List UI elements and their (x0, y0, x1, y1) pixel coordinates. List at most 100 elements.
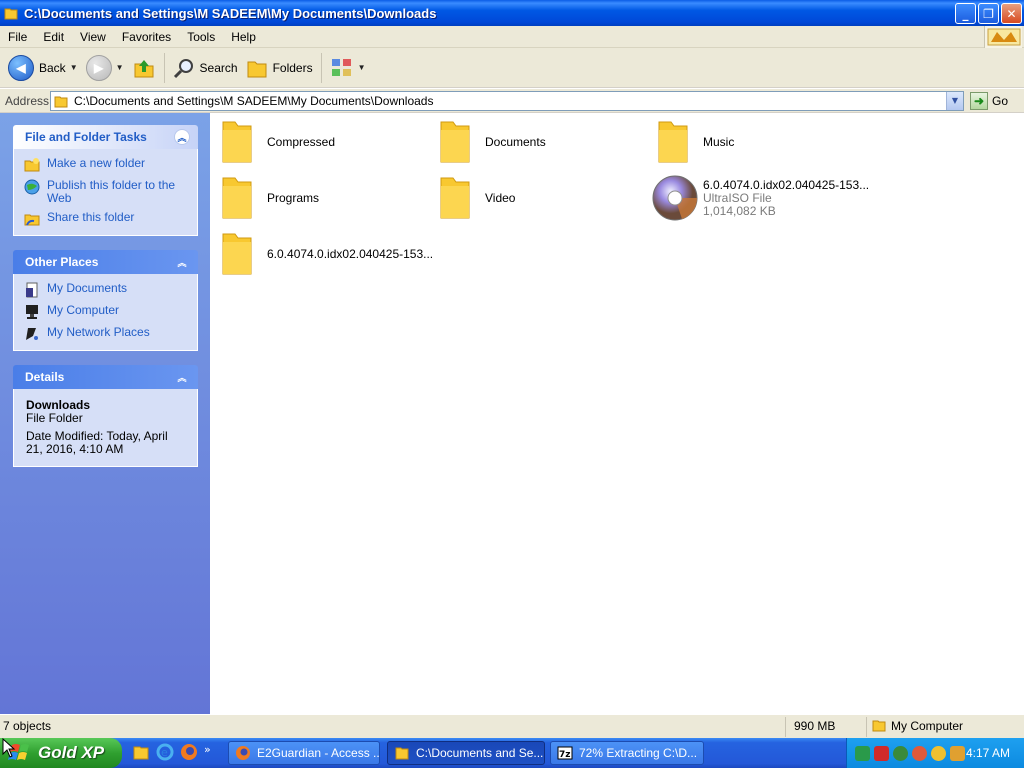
my-network-places-link[interactable]: My Network Places (24, 326, 187, 342)
globe-icon (24, 179, 40, 195)
collapse-icon[interactable]: ︽ (174, 369, 190, 385)
make-new-folder-link[interactable]: Make a new folder (24, 157, 187, 173)
search-icon (173, 58, 193, 78)
update-tray-icon[interactable] (893, 745, 908, 761)
menu-tools[interactable]: Tools (179, 30, 223, 44)
back-dropdown-icon[interactable]: ▼ (70, 63, 78, 72)
forward-dropdown-icon[interactable]: ▼ (116, 63, 124, 72)
views-button[interactable]: ▼ (326, 51, 370, 85)
taskbar-task-7zip[interactable]: 7z 72% Extracting C:\D... (550, 741, 704, 765)
close-icon: ✕ (1006, 6, 1017, 21)
my-computer-link[interactable]: My Computer (24, 304, 187, 320)
address-label: Address (5, 93, 50, 108)
quick-launch: e » (132, 743, 211, 761)
folder-icon (395, 747, 409, 760)
start-label: Gold XP (38, 743, 105, 762)
toolbar-separator (163, 52, 165, 83)
share-icon (24, 214, 40, 226)
file-item-compressed[interactable]: Compressed (220, 118, 335, 166)
details-modified: Date Modified: Today, April 21, 2016, 4:… (26, 429, 168, 456)
mouse-cursor-icon (2, 738, 16, 758)
explorer-quicklaunch-icon[interactable] (132, 743, 150, 761)
file-item-folder-idx02[interactable]: 6.0.4074.0.idx02.040425-153... (220, 230, 433, 278)
menu-help[interactable]: Help (223, 30, 264, 44)
panel-title: File and Folder Tasks (25, 130, 147, 144)
menu-bar: File Edit View Favorites Tools Help (0, 26, 1024, 48)
quick-launch-more[interactable]: » (204, 743, 211, 761)
status-size: 990 MB (794, 719, 836, 733)
restore-button[interactable]: ❐ (978, 3, 999, 24)
clock[interactable]: 4:17 AM (966, 746, 1010, 760)
file-item-iso[interactable]: 6.0.4074.0.idx02.040425-153... UltraISO … (652, 174, 869, 222)
folder-icon (4, 8, 18, 20)
tools-tray-icon[interactable] (950, 745, 965, 761)
taskbar-task-e2guardian[interactable]: E2Guardian - Access ... (228, 741, 380, 765)
taskbar-task-explorer[interactable]: C:\Documents and Se... (387, 741, 545, 765)
link-label: Publish this folder to the Web (47, 178, 176, 205)
collapse-icon[interactable]: ︽ (174, 129, 190, 145)
file-list-view[interactable]: Compressed Documents Music Programs Vide… (210, 113, 1024, 714)
messenger-tray-icon[interactable] (931, 745, 946, 761)
go-button[interactable]: ➜ Go (970, 91, 1009, 110)
status-separator (866, 717, 867, 737)
folder-icon (222, 177, 252, 219)
security-shield-icon[interactable] (874, 745, 889, 761)
task-label: C:\Documents and Se... (416, 746, 544, 760)
window-title: C:\Documents and Settings\M SADEEM\My Do… (24, 5, 437, 21)
svg-text:7z: 7z (559, 750, 571, 760)
search-button[interactable]: Search (169, 51, 242, 85)
address-dropdown-icon[interactable]: ▼ (946, 91, 963, 110)
windows-flag-icon (987, 28, 1020, 46)
status-count: 7 objects (3, 719, 52, 733)
file-item-video[interactable]: Video (438, 174, 515, 222)
start-button[interactable]: Gold XP (0, 738, 122, 768)
up-folder-button[interactable] (128, 51, 160, 85)
task-label: E2Guardian - Access ... (257, 746, 380, 760)
file-item-programs[interactable]: Programs (220, 174, 319, 222)
publish-folder-link[interactable]: Publish this folder to the Web (24, 179, 187, 205)
menu-file[interactable]: File (0, 30, 35, 44)
network-places-icon (26, 328, 38, 340)
views-dropdown-icon[interactable]: ▼ (358, 63, 366, 72)
forward-button[interactable]: ▶ ▼ (82, 51, 128, 85)
internet-explorer-icon[interactable]: e (156, 743, 174, 761)
menu-favorites[interactable]: Favorites (114, 30, 179, 44)
address-input[interactable]: C:\Documents and Settings\M SADEEM\My Do… (50, 90, 964, 111)
up-folder-icon (134, 59, 154, 77)
folder-icon (440, 121, 470, 163)
item-name: Documents (485, 134, 546, 149)
item-name: 6.0.4074.0.idx02.040425-153... (267, 246, 434, 261)
panel-header[interactable]: Other Places ︽ (13, 250, 198, 274)
menu-edit[interactable]: Edit (35, 30, 72, 44)
minimize-button[interactable]: _ (955, 3, 976, 24)
firefox-icon[interactable] (180, 743, 198, 761)
folders-button[interactable]: Folders (242, 51, 317, 85)
item-name: Music (703, 134, 735, 149)
title-bar[interactable]: C:\Documents and Settings\M SADEEM\My Do… (0, 0, 1024, 26)
share-folder-link[interactable]: Share this folder (24, 211, 187, 227)
network-tray-icon[interactable] (855, 745, 870, 761)
sync-tray-icon[interactable] (912, 745, 927, 761)
go-label: Go (992, 93, 1009, 108)
menu-view[interactable]: View (72, 30, 114, 44)
go-arrow-icon: ➜ (970, 91, 988, 110)
file-item-documents[interactable]: Documents (438, 118, 546, 166)
link-label: My Network Places (47, 325, 150, 339)
item-type: UltraISO File (703, 190, 772, 205)
collapse-icon[interactable]: ︽ (174, 254, 190, 270)
item-name: 6.0.4074.0.idx02.040425-153... (703, 177, 870, 192)
link-label: Make a new folder (47, 156, 146, 170)
close-button[interactable]: ✕ (1001, 3, 1022, 24)
panel-header[interactable]: Details ︽ (13, 365, 198, 389)
back-button[interactable]: ◀ Back ▼ (4, 51, 82, 85)
status-bar: 7 objects 990 MB My Computer (0, 714, 1024, 738)
folders-icon (247, 61, 267, 77)
my-documents-link[interactable]: My Documents (24, 282, 187, 298)
file-item-music[interactable]: Music (656, 118, 734, 166)
minimize-icon: _ (962, 6, 969, 21)
panel-title: Details (25, 370, 65, 384)
panel-title: Other Places (25, 255, 99, 269)
folders-label: Folders (272, 60, 313, 75)
other-places-panel: Other Places ︽ My Documents My Computer … (13, 250, 198, 351)
panel-header[interactable]: File and Folder Tasks ︽ (13, 125, 198, 149)
